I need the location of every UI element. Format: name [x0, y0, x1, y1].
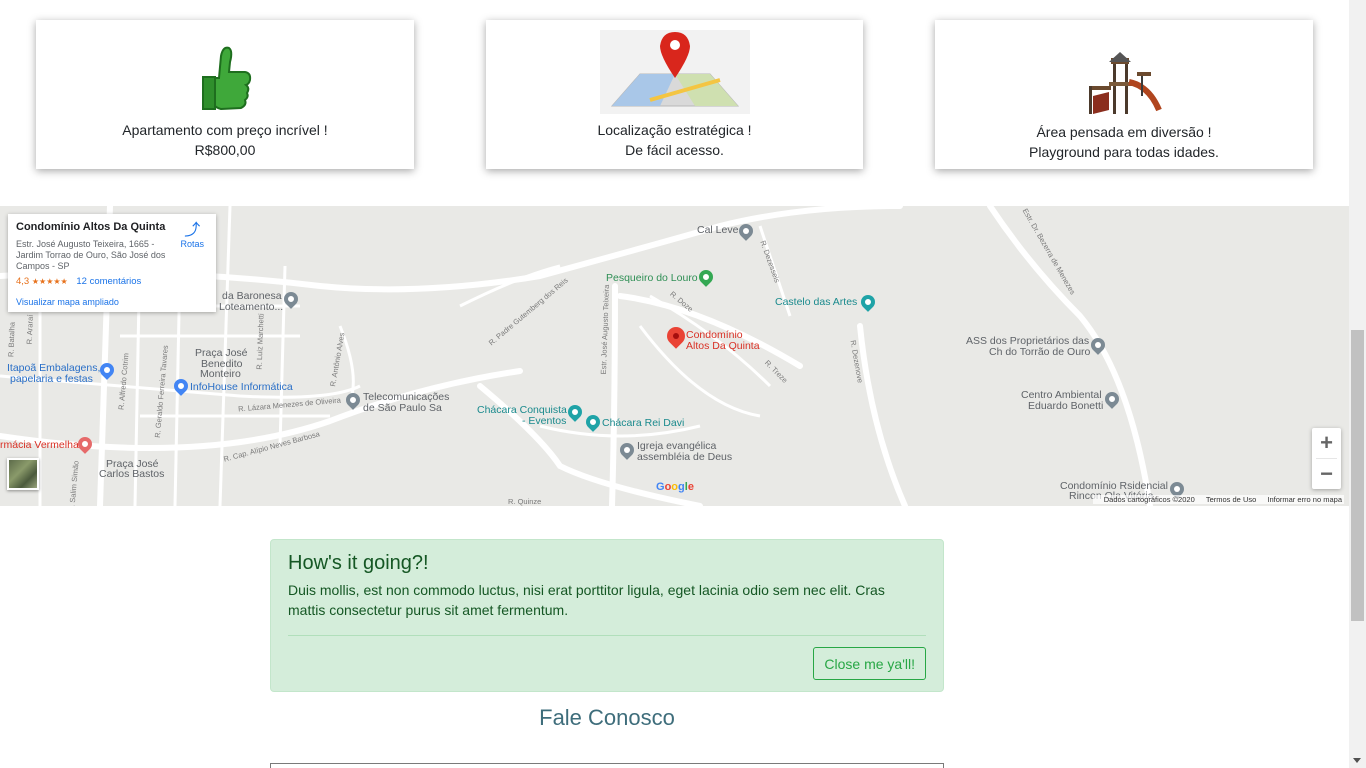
- success-alert: How's it going?! Duis mollis, est non co…: [270, 539, 944, 692]
- card-subtitle: Playground para todas idades.: [1029, 144, 1219, 160]
- card-title: Localização estratégica !: [597, 122, 752, 138]
- rating-stars-icon: ★★★★★: [31, 277, 68, 286]
- street-label: R. Araraí: [24, 314, 35, 345]
- map-data-credit: Dados cartográficos ©2020: [1103, 495, 1195, 504]
- poi-label: InfoHouse Informática: [190, 381, 293, 393]
- poi-label: Altos Da Quinta: [686, 340, 760, 352]
- alert-heading: How's it going?!: [288, 552, 429, 574]
- poi-label: Monteiro: [200, 368, 241, 380]
- card-image: [486, 20, 863, 114]
- directions-button[interactable]: ⤴ Rotas: [180, 222, 204, 250]
- place-title: Condomínio Altos Da Quinta: [16, 221, 166, 233]
- poi-label: Carlos Bastos: [99, 468, 165, 480]
- contact-title: Fale Conosco: [539, 705, 675, 730]
- poi-label: Loteamento...: [219, 301, 284, 313]
- card-price: R$800,00: [194, 142, 256, 158]
- street-label: R. Batalha: [6, 321, 17, 358]
- poi-label: Castelo das Artes: [775, 296, 858, 308]
- view-larger-map-link[interactable]: Visualizar mapa ampliado: [16, 297, 208, 307]
- poi-label: Chácara Rei Davi: [602, 417, 685, 429]
- directions-icon: ⤴: [184, 222, 201, 239]
- poi-label: - Eventos: [522, 415, 567, 427]
- terms-link[interactable]: Termos de Uso: [1206, 495, 1256, 504]
- card-image: [935, 20, 1313, 116]
- close-alert-button[interactable]: Close me ya'll!: [813, 647, 926, 680]
- feature-card-location: Localização estratégica ! De fácil acess…: [486, 20, 863, 169]
- contact-form: [270, 763, 944, 768]
- zoom-in-button[interactable]: +: [1312, 428, 1341, 458]
- poi-label: papelaria e festas: [10, 373, 93, 385]
- alert-body: Duis mollis, est non commodo luctus, nis…: [288, 582, 885, 618]
- place-rating: 4,3 ★★★★★ 12 comentários: [16, 276, 208, 287]
- scrollbar-thumb[interactable]: [1351, 330, 1364, 621]
- place-address: Estr. José Augusto Teixeira, 1665 - Jard…: [16, 239, 166, 271]
- feature-card-playground: Área pensada em diversão ! Playground pa…: [935, 20, 1313, 169]
- poi-label: rmácia Vermelha: [0, 439, 79, 451]
- page: Apartamento com preço incrível ! R$800,0…: [0, 0, 1366, 768]
- zoom-control: + −: [1312, 428, 1341, 489]
- map-attribution: Dados cartográficos ©2020 Termos de Uso …: [1092, 495, 1344, 504]
- thumbs-up-icon: [202, 46, 252, 111]
- card-image: [36, 20, 414, 116]
- street-label: R. Luiz Marchetti: [254, 313, 266, 370]
- poi-label: de São Paulo Sa: [363, 402, 442, 414]
- embedded-map[interactable]: Estr. Dr. Bezerra de Menezes R. Padre Gu…: [0, 206, 1350, 506]
- feature-cards: Apartamento com preço incrível ! R$800,0…: [0, 0, 1350, 206]
- map-location-icon: [599, 30, 750, 114]
- satellite-toggle-button[interactable]: [7, 458, 39, 490]
- poi-label: assembléia de Deus: [637, 451, 733, 463]
- feature-card-price: Apartamento com preço incrível ! R$800,0…: [36, 20, 414, 169]
- card-title: Apartamento com preço incrível !: [122, 122, 328, 138]
- alert-divider: [288, 635, 926, 636]
- poi-label: Pesqueiro do Louro: [606, 272, 698, 284]
- rating-value: 4,3: [16, 276, 30, 287]
- poi-label: Eduardo Bonetti: [1028, 400, 1104, 412]
- scroll-down-arrow-icon[interactable]: [1353, 758, 1361, 763]
- playground-icon: [1089, 52, 1162, 114]
- card-subtitle: De fácil acesso.: [625, 142, 724, 158]
- page-scrollbar[interactable]: [1349, 0, 1366, 768]
- google-logo: Google: [656, 481, 694, 493]
- street-label: R. Quinze: [508, 497, 542, 506]
- zoom-out-button[interactable]: −: [1312, 459, 1341, 489]
- reviews-link[interactable]: 12 comentários: [76, 276, 141, 287]
- card-title: Área pensada em diversão !: [1036, 124, 1212, 140]
- place-info-card: Condomínio Altos Da Quinta Estr. José Au…: [8, 214, 216, 312]
- poi-label: Cal Leve: [697, 224, 739, 236]
- directions-label: Rotas: [180, 239, 204, 249]
- report-error-link[interactable]: Informar erro no mapa: [1267, 495, 1342, 504]
- poi-label: Ch do Torrão de Ouro: [989, 346, 1091, 358]
